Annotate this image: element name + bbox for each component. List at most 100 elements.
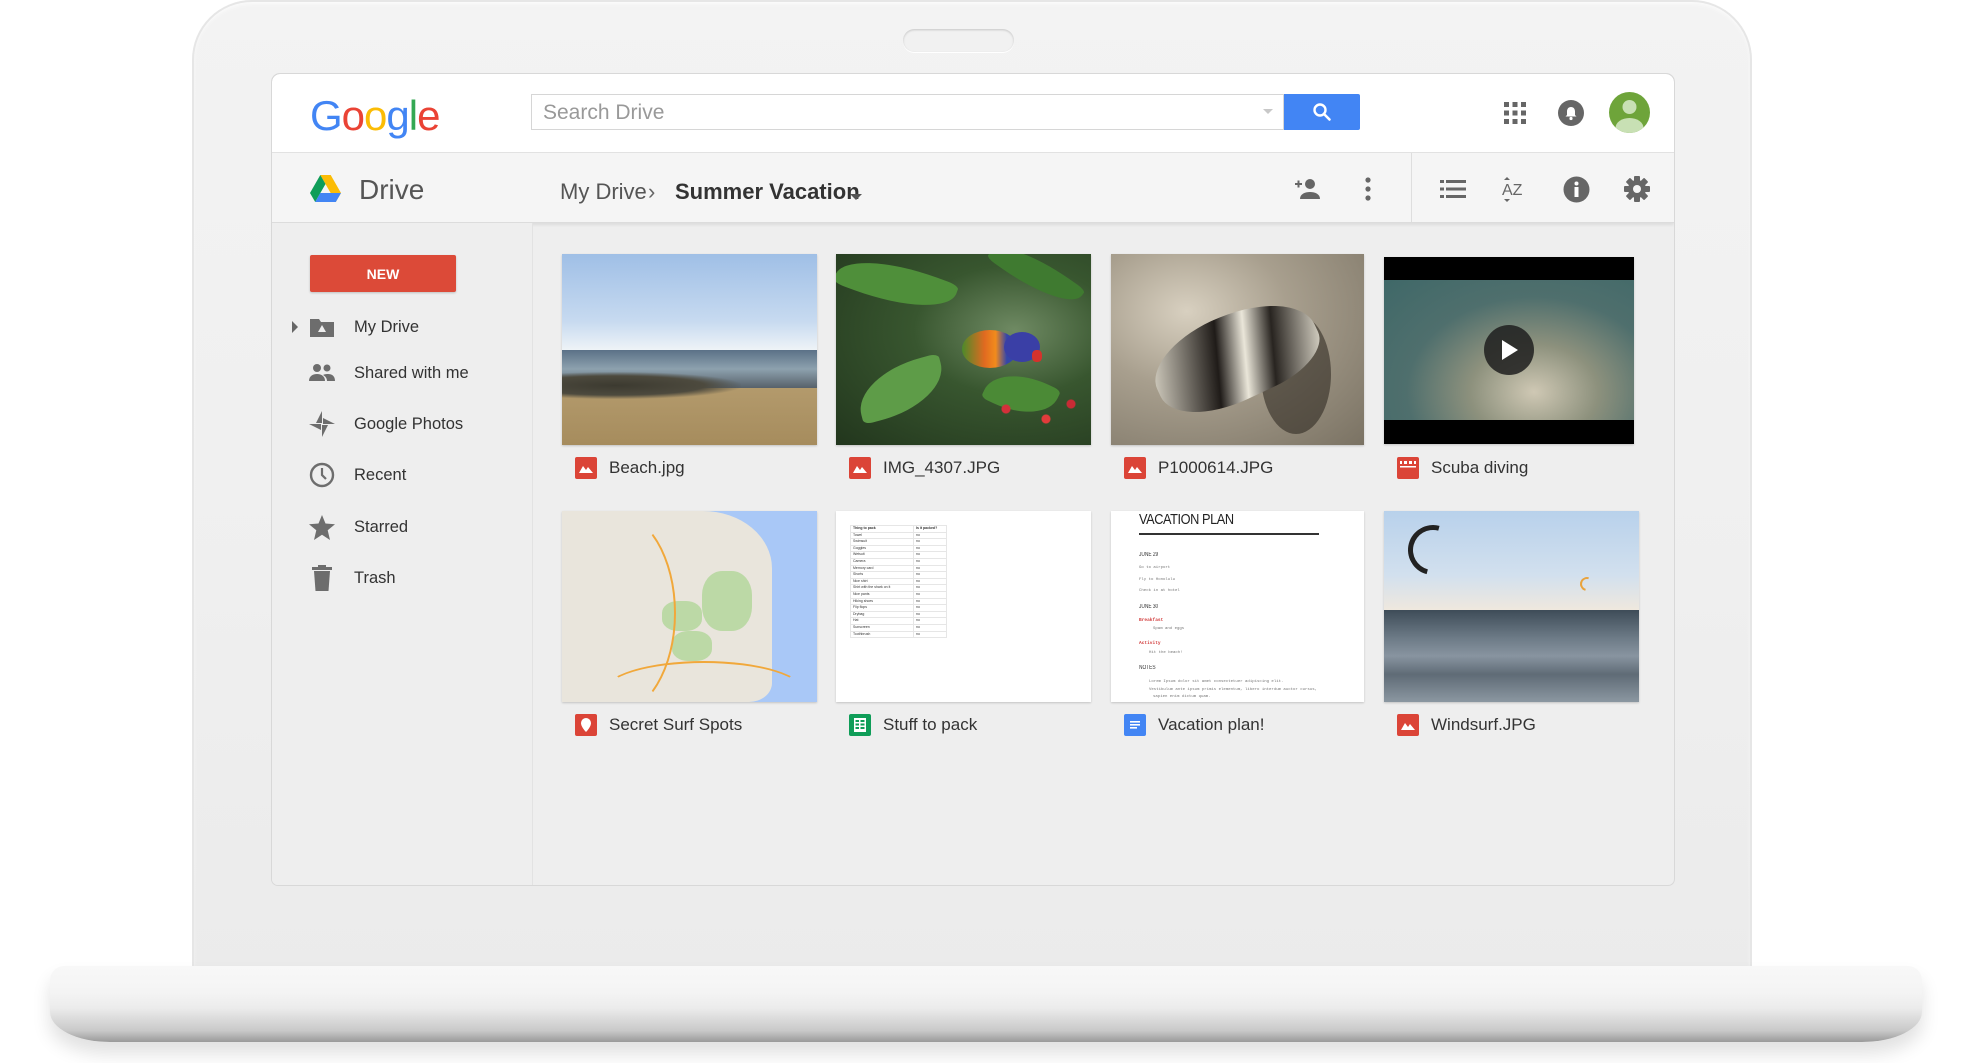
sidebar-item-google-photos[interactable]: Google Photos: [272, 404, 532, 444]
folder-menu-caret-icon[interactable]: [850, 194, 862, 200]
file-label[interactable]: Secret Surf Spots: [575, 713, 742, 737]
search-box: [531, 94, 1284, 131]
logo-letter: g: [386, 92, 409, 139]
doc-label: Breakfast: [1139, 618, 1164, 623]
file-label[interactable]: Scuba diving: [1397, 456, 1528, 480]
sheet-cell: Flip flops: [850, 604, 914, 612]
drive-folder-icon: [308, 313, 336, 341]
play-button[interactable]: [1484, 325, 1534, 375]
doc-label: Activity: [1139, 641, 1161, 646]
drive-app-window: Google Search Drive Drive My Drive › Sum…: [272, 74, 1674, 885]
file-name: Vacation plan!: [1158, 715, 1265, 734]
file-thumbnail-beach[interactable]: [562, 254, 817, 445]
sheet-row: Hiking shoes no: [850, 597, 947, 606]
sheet-row: Shirt with the shark on it no: [850, 584, 947, 592]
drive-toolbar: Drive My Drive › Summer Vacation AZ: [272, 153, 1674, 223]
sidebar-item-starred[interactable]: Starred: [272, 507, 532, 547]
breadcrumb-my-drive[interactable]: My Drive: [560, 179, 647, 205]
doc-heading: NOTES: [1139, 665, 1156, 671]
sidebar-item-my-drive[interactable]: My Drive: [272, 307, 532, 347]
notifications-button[interactable]: [1556, 98, 1586, 128]
file-label[interactable]: Beach.jpg: [575, 456, 685, 480]
sheet-preview-table: Thing to pack Is it packed? Towel no Swims…: [850, 525, 947, 639]
file-thumbnail-spreadsheet[interactable]: Thing to pack Is it packed? Towel no Swims…: [836, 511, 1091, 702]
sheet-row: Camera no: [850, 557, 947, 566]
thumb-rocks: [562, 372, 741, 400]
google-logo[interactable]: Google: [310, 92, 440, 140]
photos-pinwheel-icon: [308, 410, 336, 438]
more-options-button[interactable]: [1352, 173, 1384, 205]
file-name: Beach.jpg: [609, 458, 685, 477]
spreadsheet-file-icon: [849, 714, 871, 736]
google-drive-icon: [310, 175, 341, 202]
sheet-cell: no: [913, 623, 947, 632]
settings-button[interactable]: [1621, 173, 1653, 205]
sheet-header-row: Thing to pack Is it packed?: [850, 525, 947, 533]
list-view-button[interactable]: [1437, 173, 1469, 205]
document-file-icon: [1124, 714, 1146, 736]
file-thumbnail-fish[interactable]: [1111, 254, 1364, 445]
file-label[interactable]: P1000614.JPG: [1124, 456, 1273, 480]
top-header: Google: [272, 74, 1674, 153]
sheet-cell: Goggles: [850, 544, 914, 553]
toolbar-divider: [1411, 153, 1412, 222]
file-label[interactable]: Windsurf.JPG: [1397, 713, 1536, 737]
sheet-cell: Drybag: [850, 610, 914, 619]
file-label[interactable]: Stuff to pack: [849, 713, 977, 737]
search-input[interactable]: [532, 95, 1245, 131]
sheet-cell: Is it packed?: [913, 525, 947, 533]
clock-icon: [308, 461, 336, 489]
sheet-row: Swimsuit no: [850, 538, 947, 546]
image-file-icon: [575, 457, 597, 479]
sidebar-item-label: My Drive: [354, 317, 420, 336]
sort-button[interactable]: AZ: [1498, 173, 1530, 205]
doc-title-rule: [1139, 533, 1319, 535]
notifications-bell-icon: [1558, 100, 1584, 126]
file-name: Stuff to pack: [883, 715, 978, 734]
file-thumbnail-windsurf[interactable]: [1384, 511, 1639, 702]
sheet-cell: no: [913, 577, 947, 586]
sheet-cell: no: [913, 584, 947, 592]
breadcrumb-current-folder[interactable]: Summer Vacation: [675, 179, 860, 205]
sheet-row: Shorts no: [850, 571, 947, 579]
file-thumbnail-document[interactable]: VACATION PLAN JUNE 29 Go to airport Fly …: [1111, 511, 1364, 702]
file-thumbnail-lorikeet[interactable]: [836, 254, 1091, 445]
video-file-icon: [1397, 457, 1419, 479]
apps-button[interactable]: [1500, 98, 1530, 128]
sheet-cell: Sunscreen: [850, 623, 914, 632]
expand-arrow-icon[interactable]: [292, 321, 298, 333]
thumb-bird-beak: [1032, 350, 1042, 362]
sidebar-item-trash[interactable]: Trash: [272, 558, 532, 598]
file-thumbnail-video[interactable]: [1384, 257, 1634, 444]
sheet-cell: no: [913, 538, 947, 546]
sheet-cell: no: [913, 597, 947, 606]
file-thumbnail-map[interactable]: [562, 511, 817, 702]
search-options-dropdown-icon[interactable]: [1263, 109, 1273, 114]
details-button[interactable]: [1560, 173, 1592, 205]
sidebar-item-shared-with-me[interactable]: Shared with me: [272, 353, 532, 393]
map-file-icon: [575, 714, 597, 736]
sheet-row: Memory card no: [850, 564, 947, 573]
file-label[interactable]: Vacation plan!: [1124, 713, 1264, 737]
doc-heading: JUNE 29: [1139, 552, 1159, 558]
sheet-cell: Hiking shoes: [850, 597, 914, 606]
new-button[interactable]: NEW: [310, 255, 456, 292]
search-button[interactable]: [1284, 94, 1360, 130]
sheet-row: Hat no: [850, 617, 947, 625]
sheet-cell: no: [913, 630, 947, 639]
share-button[interactable]: [1291, 173, 1323, 205]
sidebar-item-recent[interactable]: Recent: [272, 455, 532, 495]
sheet-cell: Wetsuit: [850, 551, 914, 559]
image-file-icon: [1124, 457, 1146, 479]
sheet-row: Flip flops no: [850, 604, 947, 612]
sheet-cell: Shorts: [850, 571, 914, 579]
sheet-cell: no: [913, 544, 947, 553]
people-icon: [308, 359, 336, 387]
sheet-row: Sunscreen no: [850, 623, 947, 632]
sheet-cell: no: [913, 557, 947, 566]
account-avatar[interactable]: [1609, 92, 1650, 133]
doc-heading: JUNE 30: [1139, 604, 1159, 610]
logo-letter: o: [364, 92, 387, 139]
drive-logo[interactable]: [310, 175, 341, 207]
file-label[interactable]: IMG_4307.JPG: [849, 456, 1000, 480]
